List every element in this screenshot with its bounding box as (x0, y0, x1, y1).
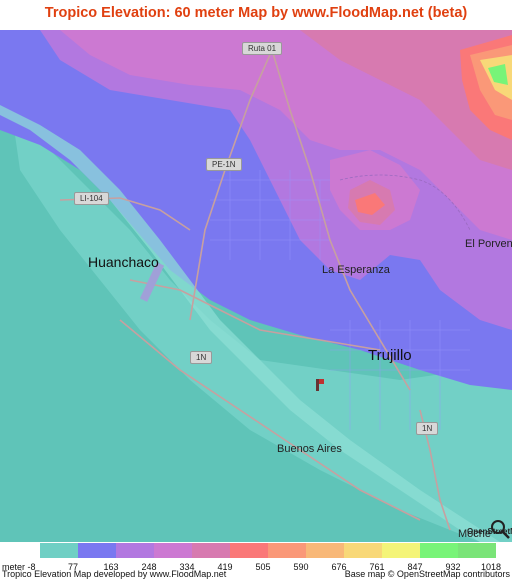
road-shield-1n-b: 1N (416, 422, 439, 435)
place-trujillo: Trujillo (368, 347, 412, 364)
legend-swatch-9 (344, 543, 382, 558)
place-la-esperanza: La Esperanza (322, 264, 390, 276)
legend-swatch-4 (154, 543, 192, 558)
legend-tick: 590 (293, 562, 309, 572)
elevation-map[interactable]: Ruta 01 PE-1N LI-104 1N 1N Huanchaco La … (0, 30, 512, 542)
footer-attribution[interactable]: Base map © OpenStreetMap contributors (345, 569, 510, 579)
legend-swatch-8 (306, 543, 344, 558)
legend-swatch-11 (420, 543, 458, 558)
map-title: Tropico Elevation: 60 meter Map by www.F… (44, 5, 468, 21)
legend-swatch-7 (268, 543, 306, 558)
legend-swatch-5 (192, 543, 230, 558)
place-buenos-aires: Buenos Aires (277, 443, 342, 455)
elevation-legend: meter -8 77 163 248 334 419 505 590 676 … (0, 543, 512, 572)
elevation-map-canvas[interactable] (0, 30, 512, 542)
road-shield-li104: LI-104 (74, 192, 109, 205)
legend-swatch-10 (382, 543, 420, 558)
legend-swatch-6 (230, 543, 268, 558)
legend-swatch-1 (40, 543, 78, 558)
legend-swatch-12 (458, 543, 496, 558)
legend-swatch-2 (78, 543, 116, 558)
legend-swatch-3 (116, 543, 154, 558)
place-huanchaco: Huanchaco (88, 254, 159, 270)
osm-watermark: OpenStreetMap (467, 527, 512, 536)
road-shield-pe1n: PE-1N (206, 158, 242, 171)
legend-tick: 505 (255, 562, 271, 572)
footer-credit[interactable]: Tropico Elevation Map developed by www.F… (2, 569, 226, 579)
place-el-porvenir: El Porven (465, 238, 512, 250)
location-pin-icon[interactable] (316, 379, 324, 391)
road-shield-1n-a: 1N (190, 351, 213, 364)
road-shield-ruta01: Ruta 01 (242, 42, 283, 55)
